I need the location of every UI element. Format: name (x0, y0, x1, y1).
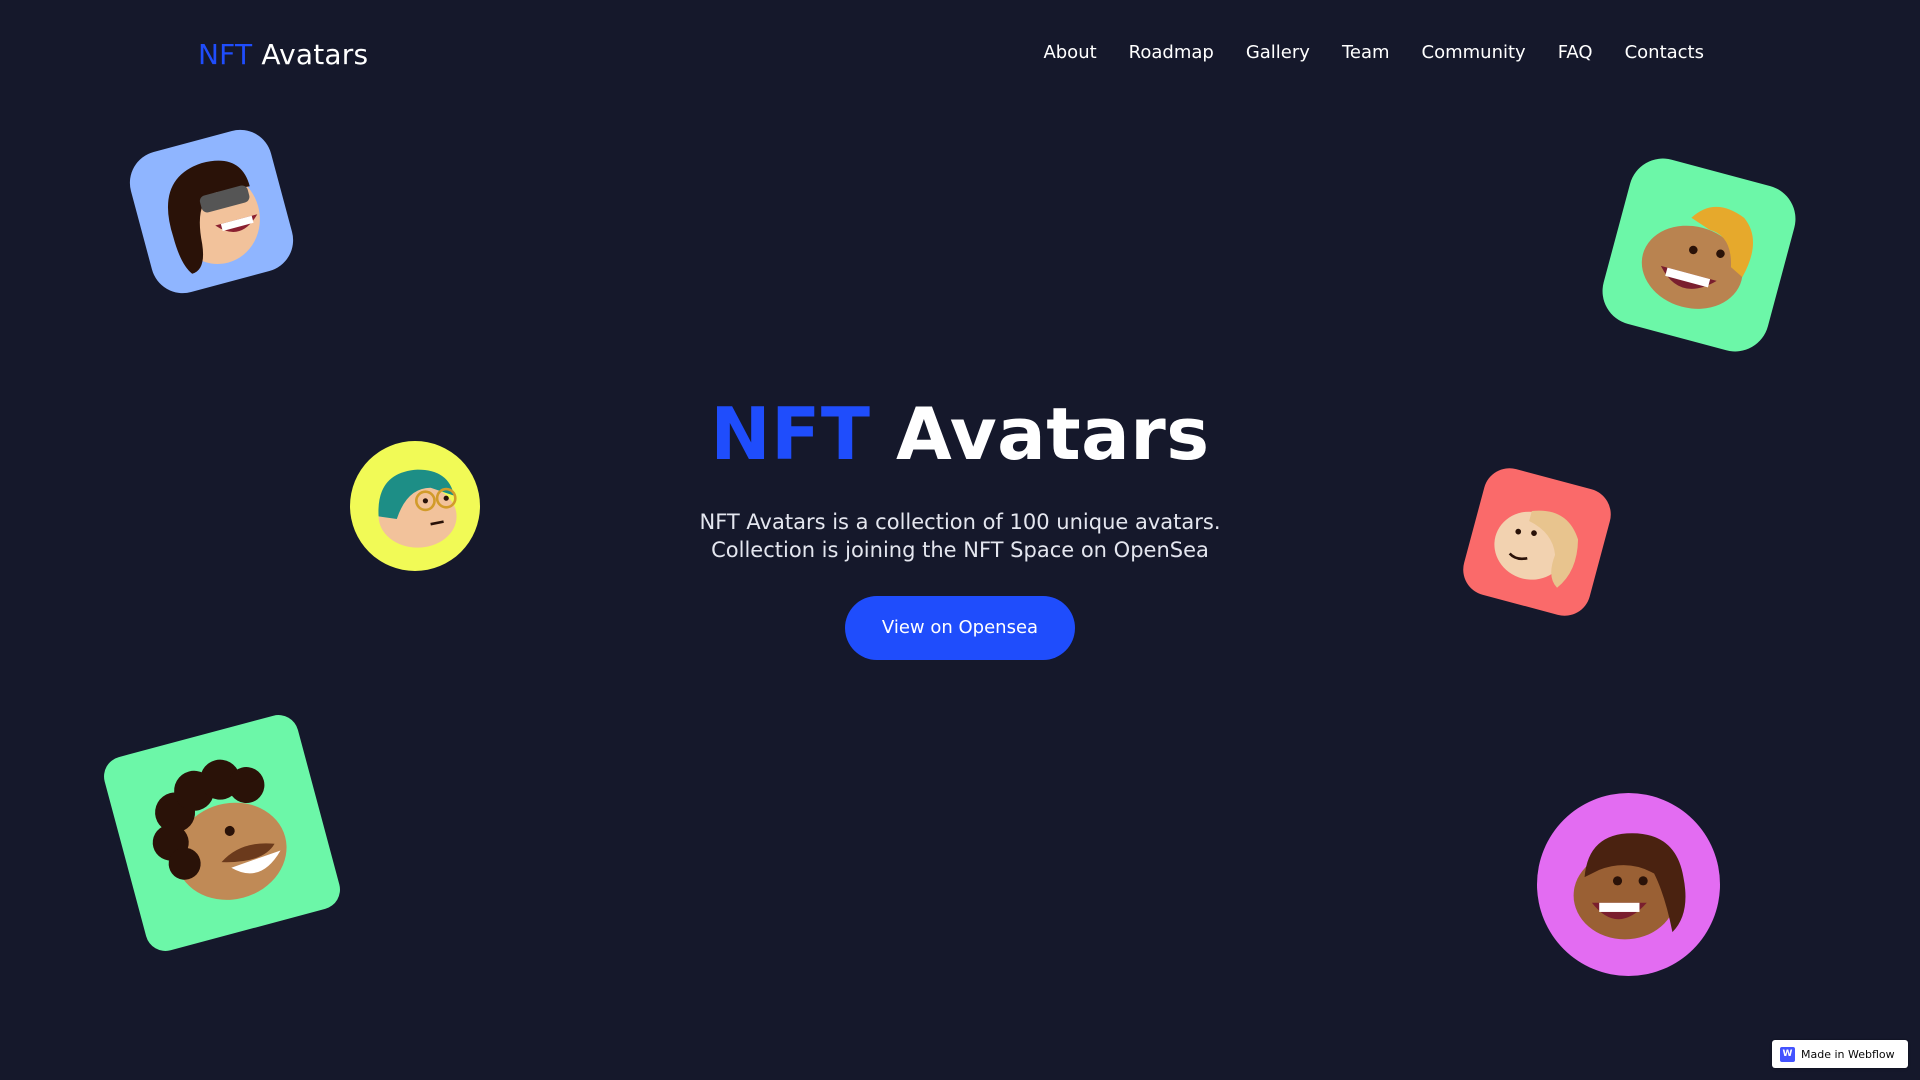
brand-name: Avatars (252, 38, 369, 71)
hero-section: NFT Avatars NFT Avatars is a collection … (0, 392, 1920, 661)
avatar-blond-boy-icon (1594, 150, 1804, 360)
avatar-girl-glasses-icon (122, 122, 301, 301)
hero-title: NFT Avatars (0, 392, 1920, 476)
brand-logo-link[interactable]: NFT Avatars (198, 38, 368, 71)
nav-contacts[interactable]: Contacts (1625, 42, 1704, 63)
nav-team[interactable]: Team (1342, 42, 1390, 63)
hero-description: NFT Avatars is a collection of 100 uniqu… (0, 508, 1920, 564)
nav-community[interactable]: Community (1422, 42, 1526, 63)
brand-accent: NFT (198, 38, 253, 71)
landing-page: NFT Avatars About Roadmap Gallery Team C… (0, 0, 1920, 1080)
nav-about[interactable]: About (1043, 42, 1096, 63)
main-nav: About Roadmap Gallery Team Community FAQ… (1043, 42, 1704, 63)
made-in-webflow-badge[interactable]: W Made in Webflow (1772, 1040, 1908, 1068)
nav-gallery[interactable]: Gallery (1246, 42, 1310, 63)
hero-title-rest: Avatars (870, 392, 1210, 476)
avatar-dreadlocks-icon (1537, 793, 1720, 976)
nav-roadmap[interactable]: Roadmap (1129, 42, 1214, 63)
nav-faq[interactable]: FAQ (1558, 42, 1593, 63)
hero-description-line-1: NFT Avatars is a collection of 100 uniqu… (699, 510, 1221, 535)
avatar-curly-mustache-icon (99, 710, 345, 956)
hero-title-accent: NFT (710, 392, 871, 476)
webflow-icon: W (1780, 1046, 1795, 1062)
badge-label: Made in Webflow (1801, 1047, 1895, 1061)
hero-description-line-2: Collection is joining the NFT Space on O… (711, 538, 1209, 563)
view-on-opensea-button[interactable]: View on Opensea (845, 596, 1075, 661)
